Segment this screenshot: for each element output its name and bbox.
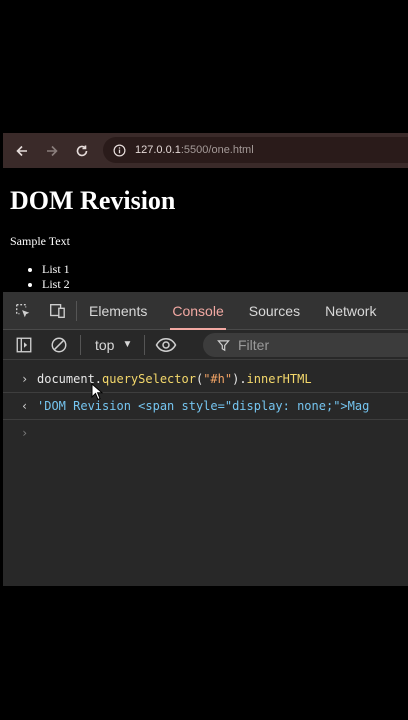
browser-toolbar: 127.0.0.1:5500/one.html: [3, 133, 408, 168]
console-result-row: ‹ 'DOM Revision <span style="display: no…: [3, 393, 408, 419]
console-output[interactable]: › document.querySelector("#h").innerHTML…: [3, 366, 408, 446]
filter-placeholder: Filter: [238, 337, 270, 353]
forward-button[interactable]: [41, 140, 63, 162]
devtools-panel: Elements Console Sources Network top ▼ F…: [3, 292, 408, 586]
url-host: 127.0.0.1: [135, 144, 181, 156]
divider: [80, 334, 81, 355]
tab-console[interactable]: Console: [170, 292, 227, 330]
context-label: top: [95, 336, 115, 353]
list-item: List 2: [42, 277, 70, 292]
tab-elements[interactable]: Elements: [89, 292, 147, 330]
tab-sources[interactable]: Sources: [249, 292, 300, 330]
arrow-left-icon: [16, 145, 27, 156]
url-text: 127.0.0.1:5500/one.html: [135, 144, 254, 156]
clear-console-icon[interactable]: [48, 334, 70, 356]
arrow-right-icon: [47, 145, 58, 156]
console-result-text: 'DOM Revision <span style="display: none…: [37, 399, 370, 413]
sidebar-toggle-icon[interactable]: [13, 334, 35, 356]
list-item: List 1: [42, 262, 70, 277]
url-path: :5500/one.html: [180, 144, 254, 156]
sample-text: Sample Text: [10, 234, 70, 248]
inspect-element-icon[interactable]: [12, 300, 34, 322]
filter-input[interactable]: Filter: [203, 333, 408, 357]
console-prompt[interactable]: ›: [3, 420, 408, 446]
filter-icon: [217, 339, 230, 351]
address-bar[interactable]: 127.0.0.1:5500/one.html: [103, 137, 408, 163]
info-icon[interactable]: [111, 142, 127, 158]
mouse-cursor-icon: [91, 383, 103, 401]
eye-icon[interactable]: [155, 334, 177, 356]
devtools-tabbar: Elements Console Sources Network: [3, 292, 408, 330]
divider: [76, 300, 77, 321]
prompt-chevron-icon: ›: [21, 426, 29, 440]
page-viewport: DOM Revision Sample Text List 1 List 2: [0, 168, 408, 292]
console-toolbar: top ▼ Filter: [3, 330, 408, 360]
console-input-code: document.querySelector("#h").innerHTML: [37, 372, 312, 386]
caret-down-icon: ▼: [122, 339, 133, 350]
console-input-row: › document.querySelector("#h").innerHTML: [3, 366, 408, 392]
back-button[interactable]: [11, 140, 33, 162]
context-selector[interactable]: top ▼: [95, 337, 132, 353]
reload-button[interactable]: [71, 140, 93, 162]
page-list: List 1 List 2: [26, 262, 70, 292]
chevron-right-icon: ›: [21, 372, 29, 386]
page-heading: DOM Revision: [10, 186, 176, 215]
chevron-left-icon: ‹: [21, 399, 29, 413]
reload-icon: [76, 145, 88, 156]
tab-network[interactable]: Network: [325, 292, 376, 330]
device-toolbar-icon[interactable]: [46, 300, 68, 322]
divider: [144, 334, 146, 355]
